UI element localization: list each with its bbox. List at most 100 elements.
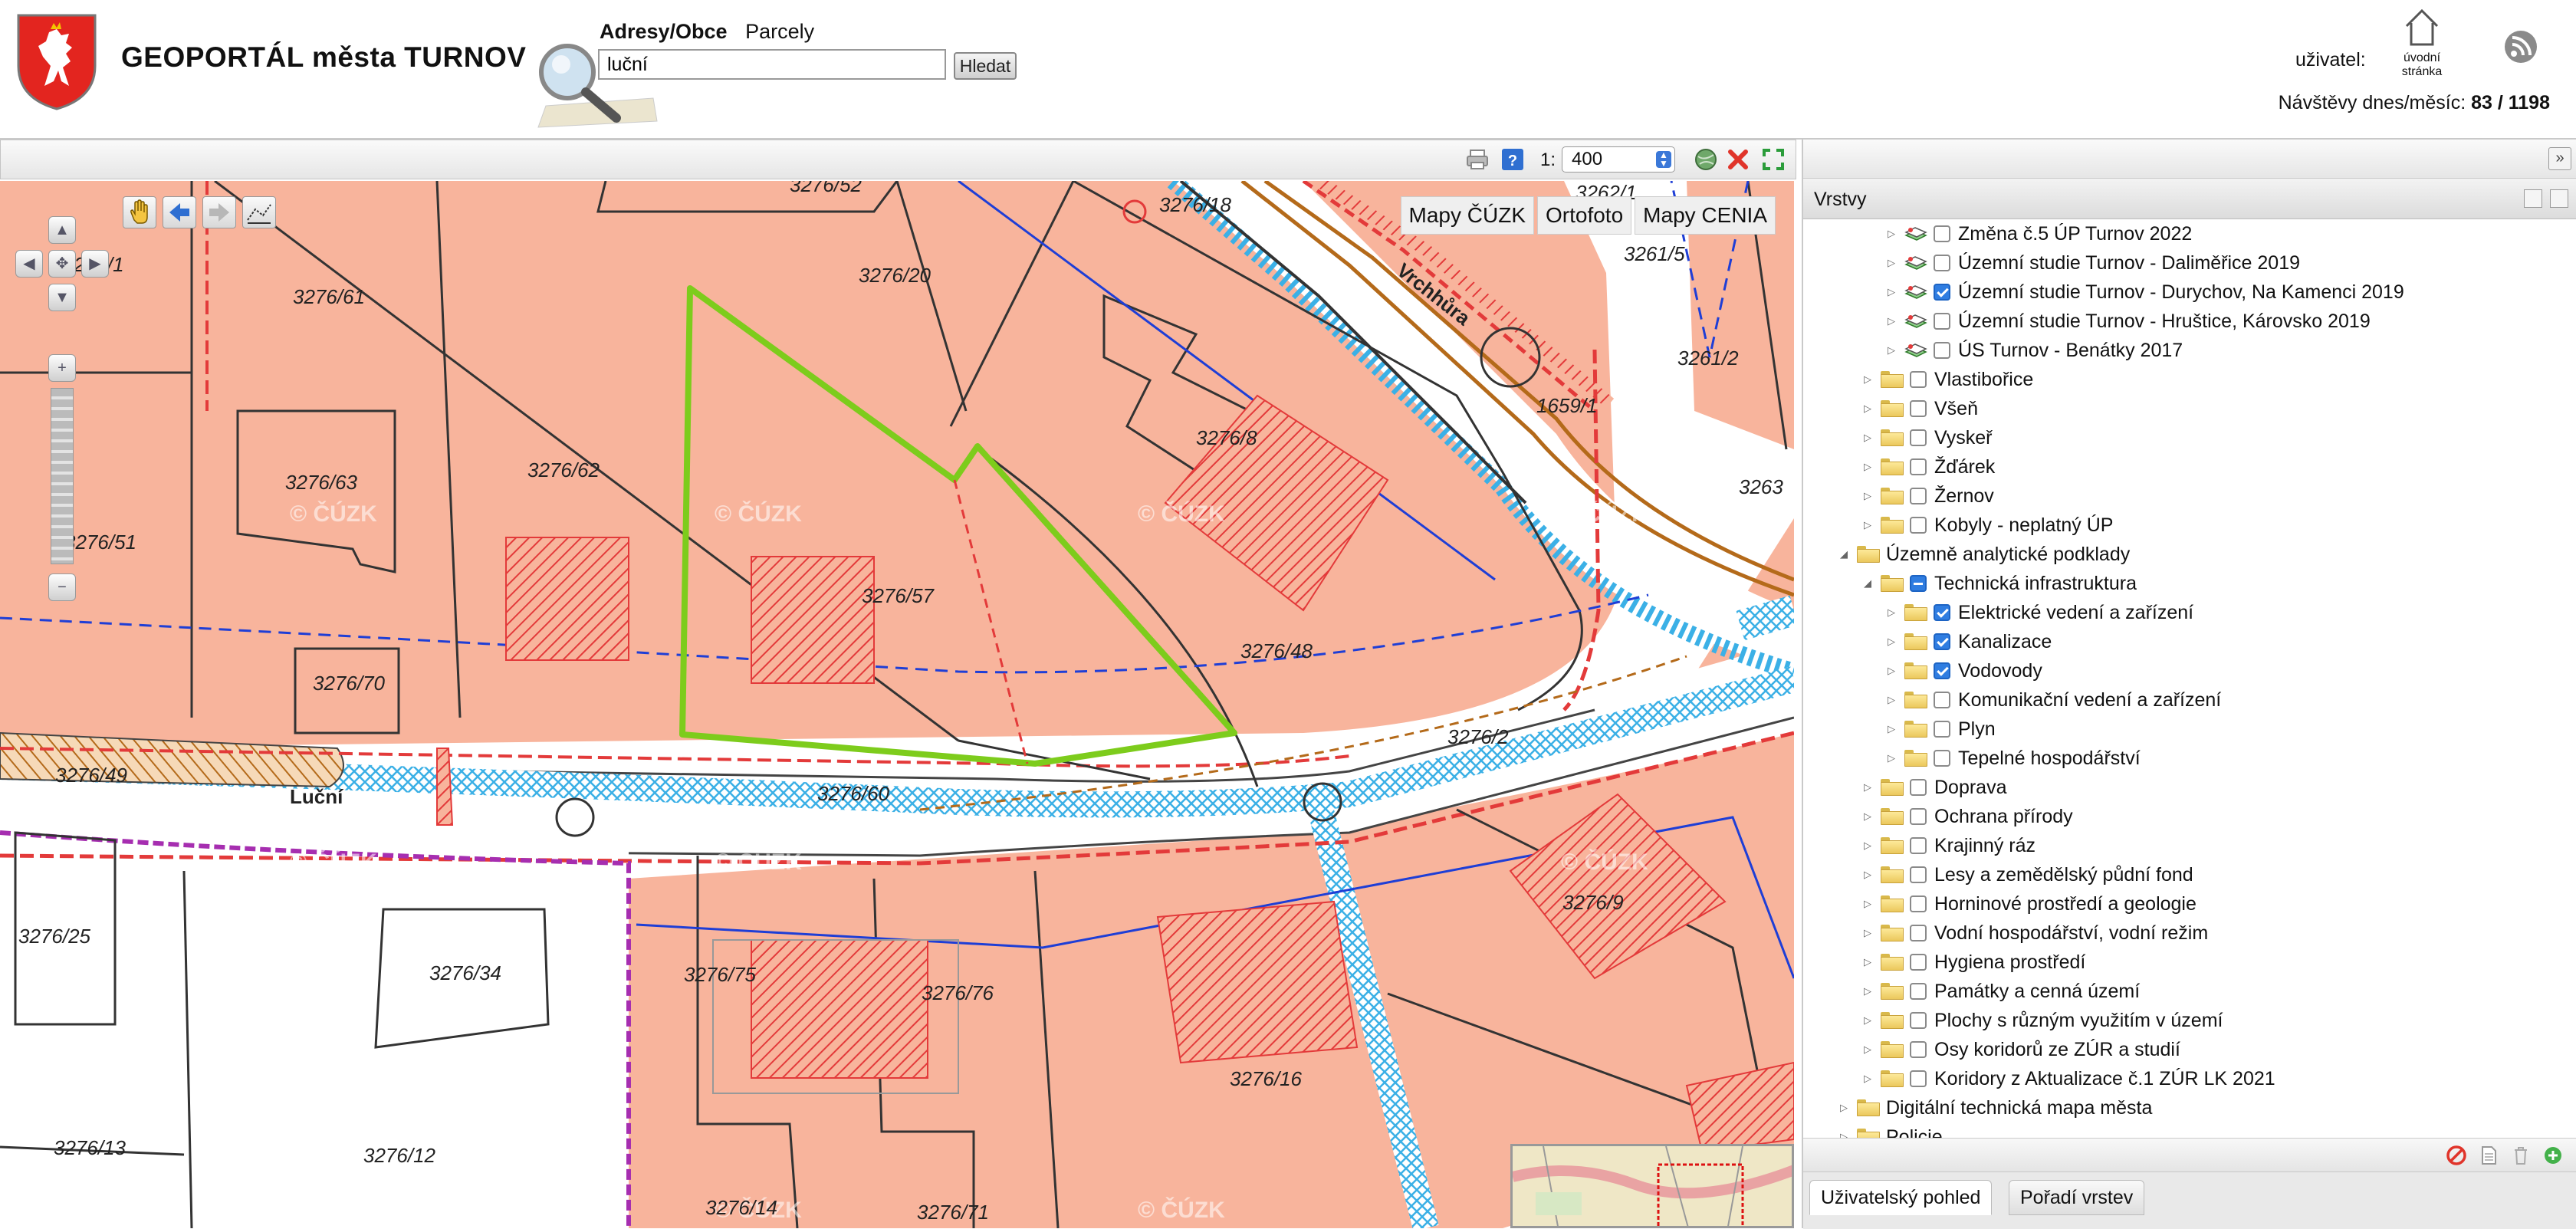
layer-checkbox[interactable]	[1910, 954, 1927, 971]
collapsed-arrow-icon[interactable]: ▷	[1835, 1131, 1852, 1138]
collapsed-arrow-icon[interactable]: ▷	[1883, 344, 1900, 357]
scale-select[interactable]: 400 ▲ ▼	[1562, 146, 1675, 173]
layer-tree-row[interactable]: ▷ Tepelné hospodářství	[1883, 744, 2141, 773]
collapsed-arrow-icon[interactable]: ▷	[1859, 1014, 1876, 1027]
collapsed-arrow-icon[interactable]: ▷	[1859, 810, 1876, 823]
layer-tree-row[interactable]: ▷ Hygiena prostředí	[1859, 948, 2085, 977]
layer-checkbox[interactable]	[1910, 458, 1927, 475]
layer-tree-row[interactable]: ▷ Policie	[1835, 1122, 1943, 1138]
help-icon[interactable]: ?	[1500, 147, 1525, 172]
add-layer-icon[interactable]	[2542, 1145, 2564, 1166]
layer-tree-row[interactable]: ▷ Památky a cenná území	[1859, 977, 2140, 1006]
layer-checkbox[interactable]	[1910, 808, 1927, 825]
zoom-out-button[interactable]: −	[48, 573, 76, 601]
layer-tree-row[interactable]: ▷ Lesy a zemědělský půdní fond	[1859, 860, 2193, 889]
layer-tree-row[interactable]: ▷ Ochrana přírody	[1859, 802, 2073, 831]
layer-tree-row[interactable]: ▷ Kobyly - neplatný ÚP	[1859, 511, 2113, 540]
layer-checkbox[interactable]	[1910, 1070, 1927, 1087]
layer-checkbox[interactable]	[1934, 604, 1950, 621]
expanded-arrow-icon[interactable]: ◢	[1859, 577, 1876, 590]
pan-left-button[interactable]: ◀	[15, 250, 43, 278]
pan-up-button[interactable]: ▲	[48, 216, 76, 244]
layer-checkbox[interactable]	[1934, 692, 1950, 708]
pan-right-button[interactable]: ▶	[81, 250, 109, 278]
tab-user-view[interactable]: Uživatelský pohled	[1809, 1180, 1993, 1215]
fullscreen-icon[interactable]	[1761, 147, 1786, 172]
layer-checkbox[interactable]	[1934, 633, 1950, 650]
close-icon[interactable]	[1726, 147, 1750, 172]
search-button[interactable]: Hledat	[954, 52, 1017, 80]
layer-checkbox[interactable]	[1910, 429, 1927, 446]
search-input[interactable]	[598, 49, 946, 80]
collapsed-arrow-icon[interactable]: ▷	[1859, 781, 1876, 794]
layer-tree-row[interactable]: ◢ Technická infrastruktura	[1859, 569, 2137, 598]
forward-arrow-icon[interactable]	[202, 196, 236, 228]
search-tab-parcels[interactable]: Parcely	[745, 20, 814, 43]
collapsed-arrow-icon[interactable]: ▷	[1859, 1043, 1876, 1056]
pan-down-button[interactable]: ▼	[48, 284, 76, 311]
collapsed-arrow-icon[interactable]: ▷	[1859, 373, 1876, 386]
globe-icon[interactable]	[1694, 147, 1718, 172]
layer-tree-row[interactable]: ▷ Kanalizace	[1883, 627, 2052, 656]
layer-tree-row[interactable]: ▷ Změna č.5 ÚP Turnov 2022	[1883, 219, 2192, 248]
layer-tree-row[interactable]: ▷ Plyn	[1883, 715, 1996, 744]
document-icon[interactable]	[2478, 1145, 2499, 1166]
zoom-slider[interactable]	[51, 388, 74, 564]
layer-checkbox[interactable]	[1910, 925, 1927, 941]
layer-checkbox[interactable]	[1910, 837, 1927, 854]
collapsed-arrow-icon[interactable]: ▷	[1883, 257, 1900, 269]
collapsed-arrow-icon[interactable]: ▷	[1835, 1102, 1852, 1114]
layer-tree-row[interactable]: ▷ Doprava	[1859, 773, 2007, 802]
layer-checkbox[interactable]	[1934, 284, 1950, 301]
layer-tree-row[interactable]: ▷ Územní studie Turnov - Daliměřice 2019	[1883, 248, 2300, 278]
collapsed-arrow-icon[interactable]: ▷	[1859, 927, 1876, 939]
basemap-ortofoto-button[interactable]: Ortofoto	[1537, 196, 1632, 235]
layer-checkbox[interactable]	[1934, 225, 1950, 242]
pin-icon[interactable]	[2524, 189, 2542, 208]
collapsed-arrow-icon[interactable]: ▷	[1883, 694, 1900, 706]
layer-checkbox[interactable]	[1910, 779, 1927, 796]
layer-checkbox[interactable]	[1934, 662, 1950, 679]
zoom-in-button[interactable]: +	[48, 354, 76, 382]
layer-tree-row[interactable]: ▷ Žďárek	[1859, 452, 1995, 481]
tab-layer-order[interactable]: Pořadí vrstev	[2009, 1180, 2145, 1215]
basemap-cenia-button[interactable]: Mapy CENIA	[1635, 196, 1776, 235]
layer-checkbox[interactable]	[1910, 488, 1927, 504]
collapsed-arrow-icon[interactable]: ▷	[1883, 315, 1900, 327]
layer-checkbox[interactable]	[1934, 750, 1950, 767]
layer-tree-row[interactable]: ◢ Územně analytické podklady	[1835, 540, 2130, 569]
collapsed-arrow-icon[interactable]: ▷	[1883, 228, 1900, 240]
collapsed-arrow-icon[interactable]: ▷	[1859, 985, 1876, 997]
layer-tree-row[interactable]: ▷ Územní studie Turnov - Durychov, Na Kam…	[1883, 278, 2404, 307]
map-canvas[interactable]: © ČÚZK © ČÚZK © ČÚZK © ČÚZK © ČÚZK © ČÚZ…	[0, 181, 1794, 1228]
back-arrow-icon[interactable]	[163, 196, 196, 228]
layer-tree-row[interactable]: ▷ Vyskeř	[1859, 423, 1992, 452]
basemap-cuzk-button[interactable]: Mapy ČÚZK	[1400, 196, 1534, 235]
layer-checkbox[interactable]	[1910, 895, 1927, 912]
trash-icon[interactable]	[2510, 1145, 2532, 1166]
collapsed-arrow-icon[interactable]: ▷	[1883, 606, 1900, 619]
layer-tree-row[interactable]: ▷ Vodovody	[1883, 656, 2042, 685]
layer-checkbox[interactable]	[1934, 255, 1950, 271]
layer-checkbox[interactable]	[1910, 983, 1927, 1000]
layer-tree-row[interactable]: ▷ Digitální technická mapa města	[1835, 1093, 2152, 1122]
layer-tree-row[interactable]: ▷ Koridory z Aktualizace č.1 ZÚR LK 2021	[1859, 1064, 2275, 1093]
city-coat-of-arms-logo[interactable]	[15, 12, 98, 116]
layer-tree-row[interactable]: ▷ Žernov	[1859, 481, 1994, 511]
collapsed-arrow-icon[interactable]: ▷	[1859, 490, 1876, 502]
home-link[interactable]: úvodní stránka	[2386, 6, 2458, 79]
layer-checkbox[interactable]	[1934, 313, 1950, 330]
layer-checkbox[interactable]	[1910, 371, 1927, 388]
layer-checkbox[interactable]	[1910, 400, 1927, 417]
layer-tree-row[interactable]: ▷ Krajinný ráz	[1859, 831, 2036, 860]
pan-center-button[interactable]: ✥	[48, 250, 76, 278]
layer-tree-row[interactable]: ▷ Všeň	[1859, 394, 1978, 423]
layer-checkbox[interactable]	[1910, 866, 1927, 883]
collapsed-arrow-icon[interactable]: ▷	[1859, 956, 1876, 968]
collapse-panel-icon[interactable]: »	[2548, 147, 2571, 170]
pan-hand-icon[interactable]	[123, 196, 156, 228]
layer-tree-row[interactable]: ▷ Územní studie Turnov - Hruštice, Károvs…	[1883, 307, 2371, 336]
collapsed-arrow-icon[interactable]: ▷	[1883, 286, 1900, 298]
layer-checkbox[interactable]	[1910, 517, 1927, 534]
print-icon[interactable]	[1465, 147, 1490, 172]
